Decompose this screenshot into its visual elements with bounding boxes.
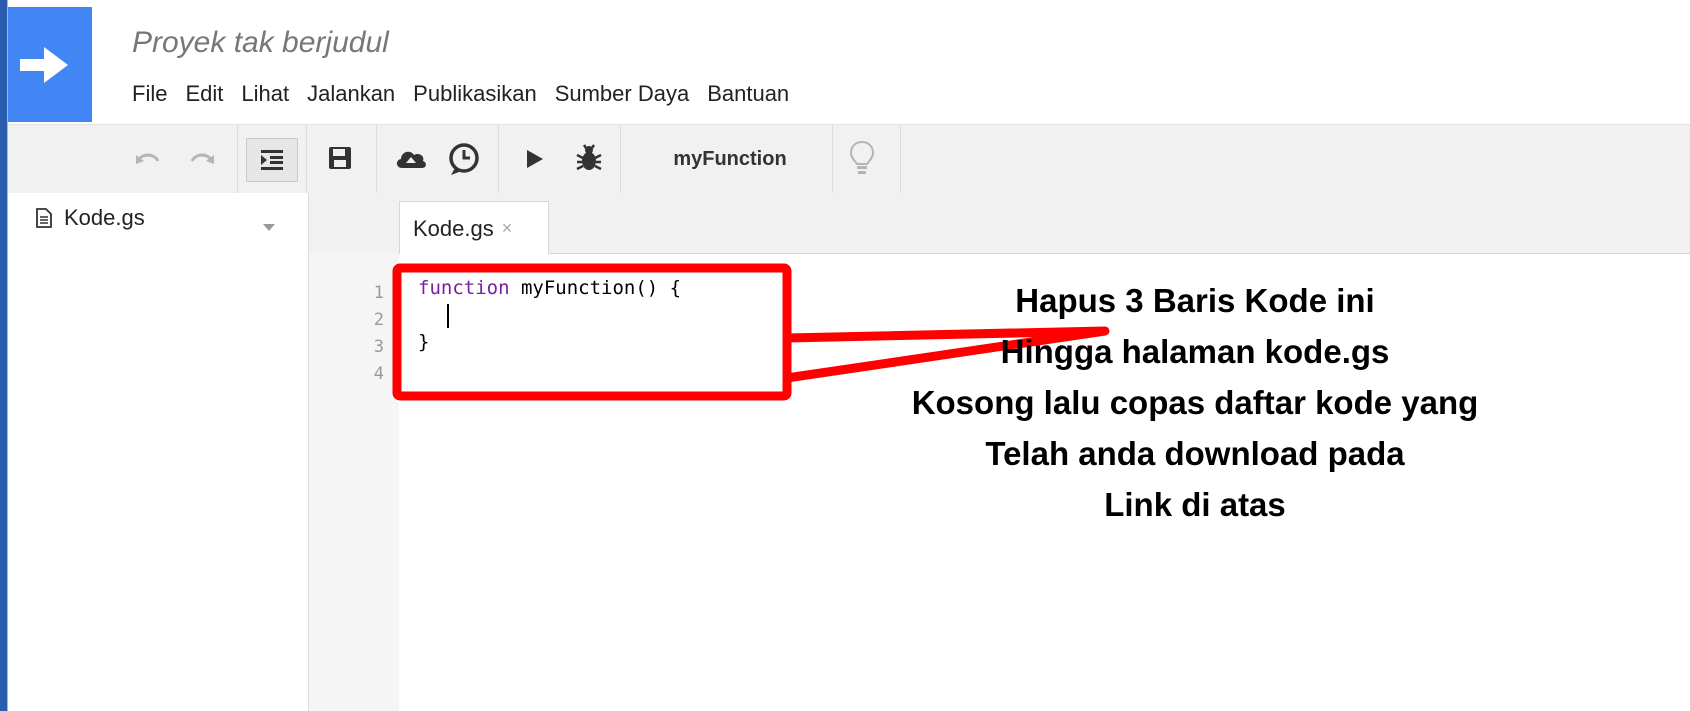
note-line-4: Telah anda download pada (985, 435, 1405, 472)
highlight-box (392, 263, 792, 401)
annotation-note: Hapus 3 Baris Kode ini Hingga halaman ko… (860, 275, 1530, 530)
note-line-2: Hingga halaman kode.gs (1000, 333, 1390, 370)
note-line-1: Hapus 3 Baris Kode ini (1015, 282, 1375, 319)
note-line-5: Link di atas (1104, 486, 1286, 523)
note-line-3: Kosong lalu copas daftar kode yang (911, 384, 1479, 421)
apps-script-editor: Proyek tak berjudul File Edit Lihat Jala… (0, 0, 1690, 711)
